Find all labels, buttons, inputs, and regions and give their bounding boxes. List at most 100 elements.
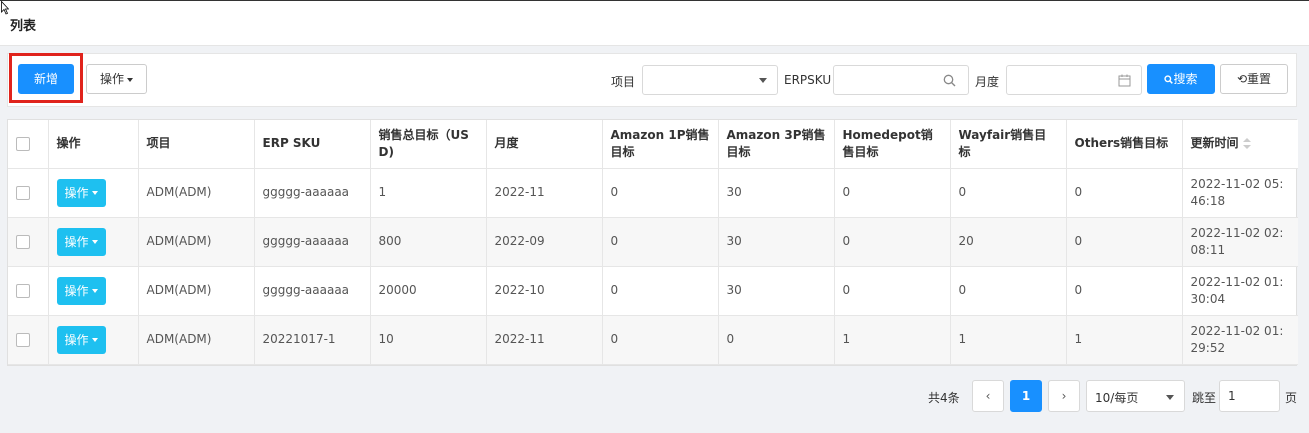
header-cell: Amazon 3P销售目标: [718, 120, 835, 169]
page-suffix-label: 页: [1285, 391, 1298, 405]
mouse-cursor-icon: [1, 1, 9, 15]
table-cell: 20000: [370, 266, 487, 316]
table-cell: ggggg-aaaaaa: [254, 217, 371, 267]
header-cell-label: 更新时间: [1190, 136, 1239, 151]
sort-icon[interactable]: [1242, 137, 1251, 150]
table-cell: 0: [602, 315, 719, 365]
project-filter-label: 项目: [611, 75, 636, 89]
header-cell: 销售总目标（USD): [370, 120, 487, 169]
row-select-cell: [8, 217, 49, 267]
table-cell: 2022-10: [486, 266, 603, 316]
month-picker[interactable]: [1006, 65, 1142, 95]
table-cell: ADM(ADM): [138, 168, 255, 218]
table-cell: 1: [950, 315, 1067, 365]
table-cell: 1: [370, 168, 487, 218]
table-cell: 0: [950, 168, 1067, 218]
toolbar: 新增 操作 项目 ERPSKU 月度 搜索 ⟲重置: [7, 53, 1297, 107]
chevron-down-icon: [759, 78, 767, 83]
table-cell: 2022-09: [486, 217, 603, 267]
page-size-select[interactable]: 10/每页: [1086, 380, 1185, 412]
row-action-dropdown[interactable]: 操作: [56, 325, 106, 354]
caret-down-icon: [91, 240, 98, 244]
page-size-value: 10/每页: [1095, 391, 1139, 405]
table-cell: 20: [950, 217, 1067, 267]
table-cell: 0: [834, 266, 951, 316]
chevron-down-icon: [1166, 395, 1174, 400]
table-cell: 30: [718, 217, 835, 267]
table-cell: 1: [1066, 315, 1183, 365]
row-checkbox[interactable]: [16, 283, 30, 298]
table-cell: 2022-11: [486, 168, 603, 218]
chevron-right-icon: ›: [1061, 389, 1067, 403]
jump-page-input[interactable]: 1: [1219, 380, 1280, 412]
header-cell: 月度: [486, 120, 603, 169]
page-header: 列表: [0, 1, 1309, 46]
table-cell: 2022-11-02 01:30:04: [1182, 266, 1298, 316]
row-action-dropdown[interactable]: 操作: [56, 227, 106, 256]
pagination-total: 共4条: [928, 391, 960, 405]
caret-down-icon: [91, 191, 98, 195]
header-cell: Others销售目标: [1066, 120, 1183, 169]
next-page-button[interactable]: ›: [1048, 380, 1080, 412]
chevron-left-icon: ‹: [985, 389, 991, 403]
row-checkbox[interactable]: [16, 234, 30, 249]
row-action-label: 操作: [64, 332, 89, 347]
jump-label: 跳至: [1192, 391, 1217, 405]
caret-down-icon: [91, 338, 98, 342]
table-cell: 0: [834, 168, 951, 218]
caret-down-icon: [127, 77, 133, 82]
table-row: 操作 ADM(ADM) ggggg-aaaaaa 20000 2022-10 0 30 0 0 0…: [8, 266, 1298, 316]
content-panel: 新增 操作 项目 ERPSKU 月度 搜索 ⟲重置 操作 项目 ERP SKU …: [0, 46, 1309, 433]
header-cell: Amazon 1P销售目标: [602, 120, 719, 169]
header-cell: Homedepot销售目标: [834, 120, 951, 169]
reset-button-label: 重置: [1247, 72, 1272, 86]
row-checkbox[interactable]: [16, 332, 30, 347]
table-cell: 0: [1066, 217, 1183, 267]
table-cell: ggggg-aaaaaa: [254, 266, 371, 316]
table-cell: 0: [602, 168, 719, 218]
pagination: 共4条 ‹ 1 › 10/每页 跳至 1 页: [0, 380, 1309, 414]
row-select-cell: [8, 168, 49, 218]
row-action-cell: 操作: [48, 266, 139, 316]
select-all-checkbox[interactable]: [16, 136, 30, 151]
table-cell: 20221017-1: [254, 315, 371, 365]
row-action-cell: 操作: [48, 168, 139, 218]
row-action-label: 操作: [64, 185, 89, 200]
table-cell: ggggg-aaaaaa: [254, 168, 371, 218]
header-cell: Wayfair销售目标: [950, 120, 1067, 169]
header-cell: 操作: [48, 120, 139, 169]
table-cell: ADM(ADM): [138, 266, 255, 316]
table-cell: 0: [718, 315, 835, 365]
table-cell: 0: [1066, 168, 1183, 218]
table-cell: 0: [950, 266, 1067, 316]
row-action-dropdown[interactable]: 操作: [56, 178, 106, 207]
table-cell: 30: [718, 168, 835, 218]
row-select-cell: [8, 315, 49, 365]
project-select[interactable]: [642, 65, 778, 95]
table-cell: 1: [834, 315, 951, 365]
search-button[interactable]: 搜索: [1147, 64, 1215, 94]
batch-ops-dropdown[interactable]: 操作: [86, 64, 147, 94]
row-checkbox[interactable]: [16, 185, 30, 200]
table-cell: 0: [1066, 266, 1183, 316]
table-cell: ADM(ADM): [138, 217, 255, 267]
row-action-cell: 操作: [48, 217, 139, 267]
calendar-icon: [1118, 74, 1131, 87]
page-number-button[interactable]: 1: [1010, 380, 1042, 412]
table-cell: 2022-11-02 05:46:18: [1182, 168, 1298, 218]
search-button-label: 搜索: [1173, 72, 1198, 86]
table-row: 操作 ADM(ADM) 20221017-1 10 2022-11 0 0 1 1 1 2022-1…: [8, 315, 1298, 365]
header-cell-updated-time[interactable]: 更新时间: [1182, 120, 1298, 169]
table-cell: 0: [602, 266, 719, 316]
row-action-label: 操作: [64, 234, 89, 249]
jump-page-value: 1: [1228, 389, 1236, 403]
prev-page-button[interactable]: ‹: [972, 380, 1004, 412]
row-action-dropdown[interactable]: 操作: [56, 276, 106, 305]
table-row: 操作 ADM(ADM) ggggg-aaaaaa 1 2022-11 0 30 0 0 0 2022…: [8, 168, 1298, 218]
table-cell: 2022-11-02 02:08:11: [1182, 217, 1298, 267]
header-cell: 项目: [138, 120, 255, 169]
reset-button[interactable]: ⟲重置: [1220, 64, 1288, 94]
batch-ops-label: 操作: [99, 72, 124, 86]
table-cell: 30: [718, 266, 835, 316]
erpsku-input[interactable]: [833, 65, 969, 95]
